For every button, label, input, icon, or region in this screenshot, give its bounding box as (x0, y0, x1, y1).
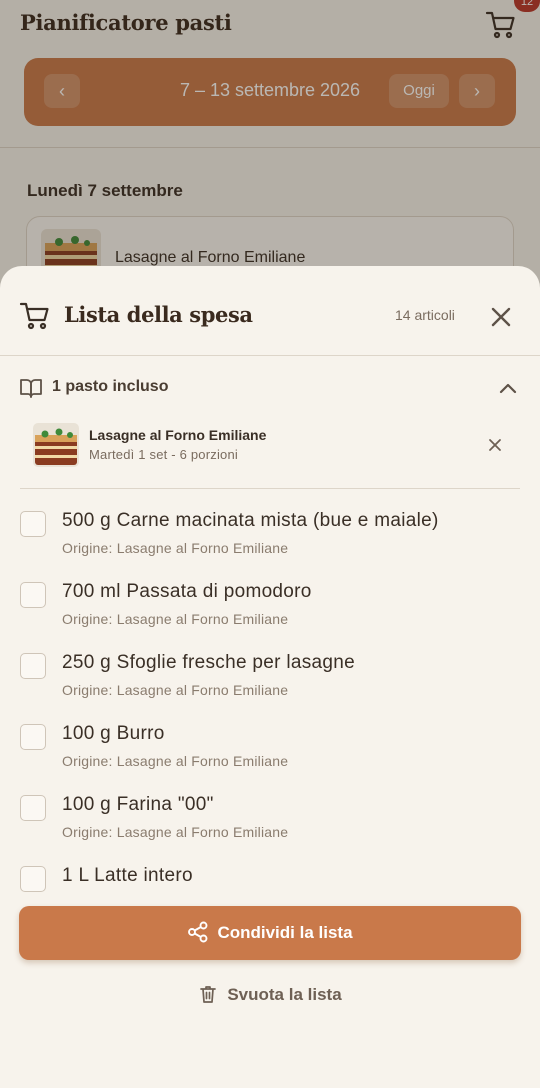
shopping-list-sheet: Lista della spesa 14 articoli 1 pasto in… (0, 266, 540, 1088)
shopping-items-list: 500 g Carne macinata mista (bue e maiale… (0, 502, 540, 928)
item-name: 700 ml Passata di pomodoro (62, 581, 312, 602)
close-button[interactable] (486, 302, 516, 332)
item-checkbox[interactable] (20, 511, 46, 537)
list-item: 250 g Sfoglie fresche per lasagne Origin… (0, 644, 540, 715)
list-item: 100 g Farina "00" Origine: Lasagne al Fo… (0, 786, 540, 857)
list-item: 100 g Burro Origine: Lasagne al Forno Em… (0, 715, 540, 786)
share-list-button[interactable]: Condividi la lista (19, 906, 521, 960)
clear-list-button[interactable]: Svuota la lista (0, 984, 540, 1014)
sheet-header: Lista della spesa 14 articoli (0, 266, 540, 356)
list-item: 500 g Carne macinata mista (bue e maiale… (0, 502, 540, 573)
included-meals-label: 1 pasto incluso (52, 378, 169, 395)
included-meals-toggle[interactable]: 1 pasto incluso (0, 366, 540, 410)
cart-icon (19, 301, 51, 331)
item-origin: Origine: Lasagne al Forno Emiliane (62, 753, 289, 769)
item-origin: Origine: Lasagne al Forno Emiliane (62, 540, 289, 556)
share-list-label: Condividi la lista (217, 923, 353, 942)
item-checkbox[interactable] (20, 653, 46, 679)
items-count: 14 articoli (395, 307, 455, 323)
share-icon (188, 921, 208, 943)
meal-image (33, 423, 79, 467)
included-meal-name: Lasagne al Forno Emiliane (89, 427, 267, 443)
trash-icon (200, 986, 217, 1003)
item-name: 100 g Burro (62, 723, 165, 744)
sheet-title: Lista della spesa (64, 302, 253, 327)
included-meal-item: Lasagne al Forno Emiliane Martedì 1 set … (0, 418, 540, 476)
item-origin: Origine: Lasagne al Forno Emiliane (62, 824, 289, 840)
item-name: 1 L Latte intero (62, 865, 193, 886)
item-checkbox[interactable] (20, 724, 46, 750)
close-icon (489, 439, 501, 451)
remove-meal-button[interactable] (484, 434, 506, 456)
close-icon (491, 307, 511, 327)
item-origin: Origine: Lasagne al Forno Emiliane (62, 682, 289, 698)
item-name: 250 g Sfoglie fresche per lasagne (62, 652, 355, 673)
divider (20, 488, 520, 489)
chevron-up-icon (496, 378, 520, 398)
list-item: 700 ml Passata di pomodoro Origine: Lasa… (0, 573, 540, 644)
item-origin: Origine: Lasagne al Forno Emiliane (62, 611, 289, 627)
clear-list-label: Svuota la lista (227, 985, 342, 1004)
item-name: 500 g Carne macinata mista (bue e maiale… (62, 510, 439, 531)
item-checkbox[interactable] (20, 866, 46, 892)
item-checkbox[interactable] (20, 795, 46, 821)
item-name: 100 g Farina "00" (62, 794, 214, 815)
book-icon (20, 378, 42, 398)
included-meal-meta: Martedì 1 set - 6 porzioni (89, 447, 238, 462)
item-checkbox[interactable] (20, 582, 46, 608)
